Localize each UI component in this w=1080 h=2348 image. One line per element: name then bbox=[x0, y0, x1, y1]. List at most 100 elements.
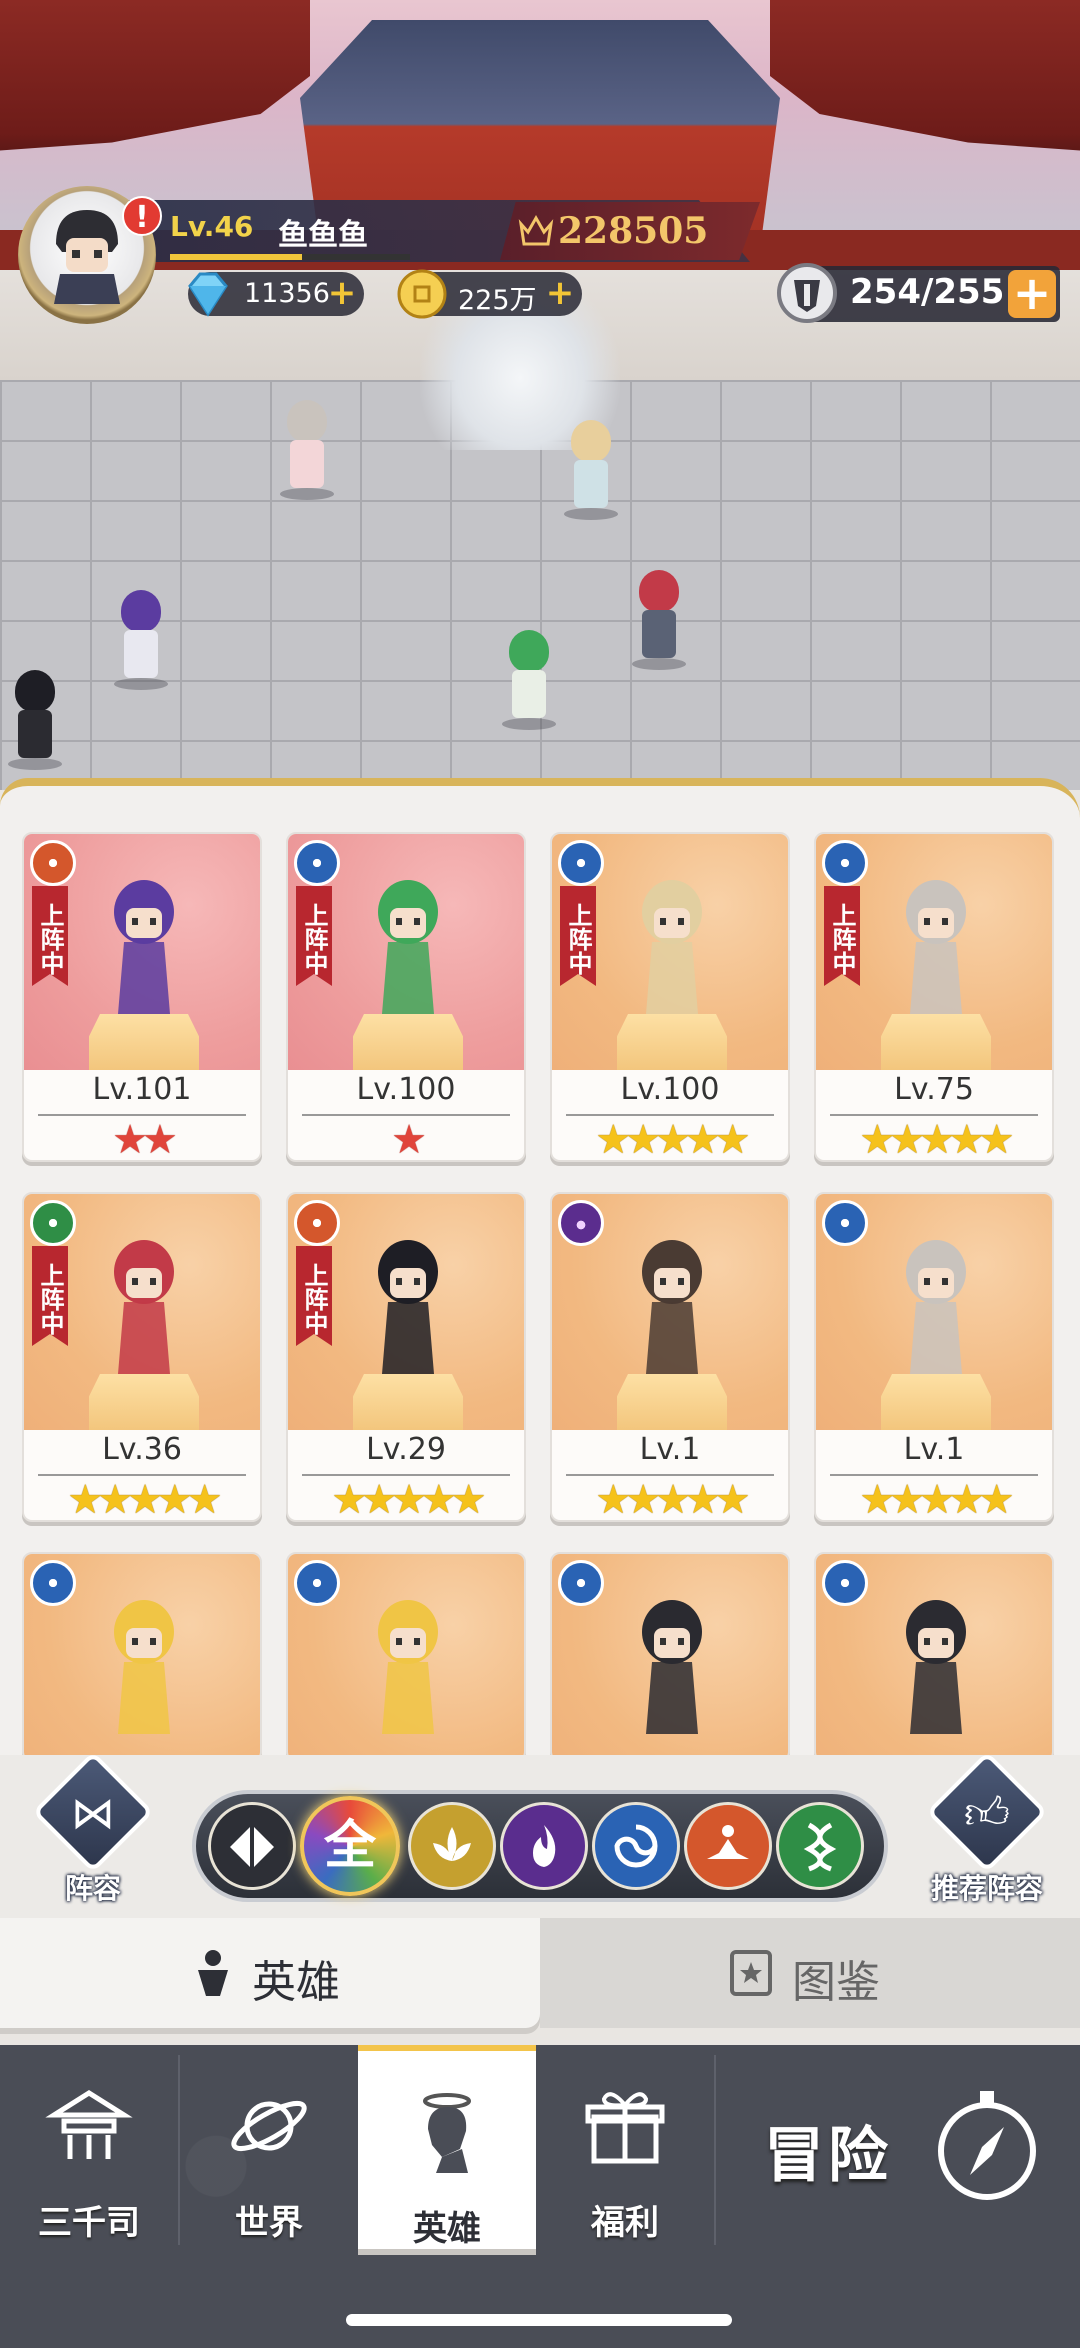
hero-stars: ★★ bbox=[112, 1117, 178, 1162]
diamond-split-icon bbox=[230, 1825, 274, 1869]
lineup-button[interactable]: ⋈ 阵容 bbox=[28, 1751, 158, 1905]
hero-stars: ★ bbox=[391, 1117, 427, 1162]
hero-sprite-red[interactable] bbox=[624, 570, 694, 670]
add-diamond-button[interactable]: + bbox=[326, 276, 358, 310]
xp-bar-fill bbox=[170, 254, 302, 260]
hero-card[interactable]: 上阵中 Lv.100 ★ bbox=[286, 832, 526, 1162]
hero-card[interactable]: 上阵中 Lv.101 ★★ bbox=[22, 832, 262, 1162]
deployed-ribbon: 上阵中 bbox=[32, 886, 68, 986]
energy-shield-icon bbox=[777, 263, 837, 323]
diamond-icon bbox=[188, 272, 228, 317]
hero-card[interactable] bbox=[814, 1552, 1054, 1758]
hero-stars: ★★★★★ bbox=[859, 1477, 1014, 1522]
tab-heroes[interactable]: 英雄 bbox=[0, 1918, 540, 2028]
add-gold-button[interactable]: + bbox=[544, 276, 576, 310]
hero-tabs: 英雄 图鉴 bbox=[0, 1918, 1080, 2028]
nav-adventure-label: 冒险 bbox=[764, 2121, 892, 2191]
fire-filter[interactable] bbox=[500, 1802, 588, 1890]
nav-heroes[interactable]: 英雄 bbox=[358, 2045, 536, 2255]
tab-heroes-label: 英雄 bbox=[252, 1957, 340, 2008]
hero-card[interactable] bbox=[22, 1552, 262, 1758]
hero-card[interactable]: 上阵中 Lv.100 ★★★★★ bbox=[550, 832, 790, 1162]
filter-bar: ⋈ 阵容 全 👍︎ 推荐阵容 bbox=[0, 1751, 1080, 1920]
hero-portrait bbox=[906, 1240, 966, 1374]
hero-level: Lv.100 bbox=[356, 1072, 456, 1107]
hero-stars: ★★★★★ bbox=[859, 1117, 1014, 1162]
tab-codex[interactable]: 图鉴 bbox=[540, 1918, 1080, 2028]
lineup-network-icon: ⋈ bbox=[71, 1788, 115, 1839]
wind-element-icon bbox=[558, 1560, 604, 1606]
fire-icon bbox=[533, 1825, 556, 1867]
deployed-ribbon: 上阵中 bbox=[32, 1246, 68, 1346]
lotus-element-icon bbox=[294, 1200, 340, 1246]
hero-sprite-dark[interactable] bbox=[0, 670, 70, 770]
hero-card[interactable] bbox=[286, 1552, 526, 1758]
hero-card[interactable]: Lv.1 ★★★★★ bbox=[550, 1192, 790, 1522]
dna-filter[interactable] bbox=[776, 1802, 864, 1890]
alert-badge: ! bbox=[122, 196, 162, 236]
add-energy-button[interactable]: + bbox=[1008, 270, 1056, 318]
recommend-label: 推荐阵容 bbox=[930, 1872, 1043, 1905]
hero-sprite-bunny[interactable] bbox=[272, 400, 342, 500]
all-filter[interactable]: 全 bbox=[300, 1796, 400, 1896]
wind-filter[interactable] bbox=[592, 1802, 680, 1890]
combat-power-badge: 228505 bbox=[500, 202, 760, 260]
hero-card[interactable]: Lv.1 ★★★★★ bbox=[814, 1192, 1054, 1522]
player-name: 鱼鱼鱼 bbox=[278, 218, 368, 253]
card-divider bbox=[38, 1114, 246, 1116]
fire-element-icon bbox=[558, 1200, 604, 1246]
dna-element-icon bbox=[30, 1200, 76, 1246]
hero-sprite-blonde[interactable] bbox=[556, 420, 626, 520]
codex-book-icon bbox=[730, 1950, 772, 1996]
player-avatar[interactable]: ! bbox=[18, 186, 162, 324]
dna-icon bbox=[803, 1822, 837, 1872]
energy-amount: 254/255 bbox=[850, 272, 1005, 312]
hero-sprite-green[interactable] bbox=[494, 630, 564, 730]
temple-icon bbox=[45, 2090, 133, 2159]
hero-card[interactable] bbox=[550, 1552, 790, 1758]
meditate-filter[interactable] bbox=[684, 1802, 772, 1890]
courtyard-scene bbox=[0, 0, 1080, 790]
nav-world[interactable]: 世界 bbox=[180, 2045, 358, 2255]
card-divider bbox=[830, 1474, 1038, 1476]
hero-level: Lv.75 bbox=[894, 1072, 974, 1107]
nav-heroes-label: 英雄 bbox=[413, 2209, 481, 2249]
recommend-lineup-button[interactable]: 👍︎ 推荐阵容 bbox=[922, 1751, 1052, 1905]
hero-card[interactable]: 上阵中 Lv.36 ★★★★★ bbox=[22, 1192, 262, 1522]
wind-element-icon bbox=[558, 840, 604, 886]
deployed-ribbon: 上阵中 bbox=[296, 886, 332, 986]
wind-element-icon bbox=[822, 840, 868, 886]
hero-portrait bbox=[642, 880, 702, 1014]
nav-adventure[interactable]: 冒险 bbox=[714, 2045, 1080, 2255]
left-roof bbox=[0, 0, 310, 152]
hero-card[interactable]: 上阵中 Lv.75 ★★★★★ bbox=[814, 832, 1054, 1162]
hero-figure-icon bbox=[198, 1950, 228, 1996]
type-toggle-filter[interactable] bbox=[208, 1802, 296, 1890]
hero-level: Lv.1 bbox=[639, 1432, 701, 1467]
diamond-amount: 11356 bbox=[244, 278, 330, 309]
combat-power-value: 228505 bbox=[558, 210, 709, 252]
wind-swirl-icon bbox=[614, 1824, 658, 1868]
hero-sprite-purple[interactable] bbox=[106, 590, 176, 690]
hero-stars: ★★★★★ bbox=[595, 1117, 750, 1162]
hero-card[interactable]: 上阵中 Lv.29 ★★★★★ bbox=[286, 1192, 526, 1522]
card-divider bbox=[830, 1114, 1038, 1116]
meditate-icon bbox=[707, 1825, 749, 1859]
home-indicator[interactable] bbox=[346, 2314, 732, 2326]
element-filter-group: 全 bbox=[192, 1790, 888, 1902]
deployed-ribbon: 上阵中 bbox=[824, 886, 860, 986]
nav-welfare-label: 福利 bbox=[591, 2203, 659, 2243]
nav-world-label: 世界 bbox=[235, 2203, 303, 2243]
nav-welfare[interactable]: 福利 bbox=[536, 2045, 714, 2255]
nav-sanqiansi[interactable]: 三千司 bbox=[0, 2045, 178, 2255]
game-screen: Lv.46 鱼鱼鱼 228505 ! 11356 + 225万 + 254/25… bbox=[0, 0, 1080, 2348]
wind-element-icon bbox=[822, 1560, 868, 1606]
hero-portrait bbox=[378, 1600, 438, 1734]
compass-icon bbox=[938, 2091, 1036, 2200]
lotus-gold-filter[interactable] bbox=[408, 1802, 496, 1890]
planet-icon bbox=[231, 2100, 307, 2152]
hero-level: Lv.29 bbox=[366, 1432, 446, 1467]
gold-amount: 225万 bbox=[458, 285, 537, 316]
hero-stars: ★★★★★ bbox=[595, 1477, 750, 1522]
wind-element-icon bbox=[30, 1560, 76, 1606]
